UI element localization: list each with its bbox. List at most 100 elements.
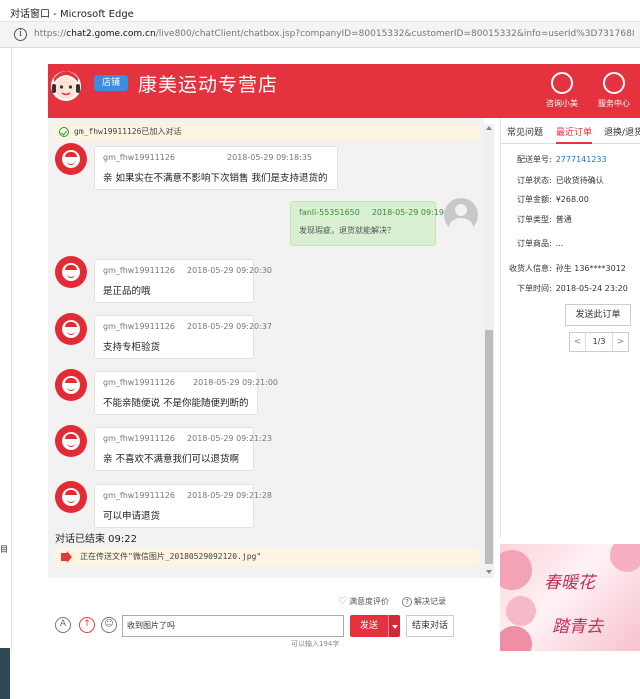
chat-message: gm_fhw19911126 2018-05-29 09:21:28 可以申请退货 [94, 484, 272, 528]
chat-message: gm_fhw19911126 2018-05-29 09:21:23 亲 不喜欢不… [94, 427, 272, 471]
chat-message: gm_fhw19911126 2018-05-29 09:20:37 支持专柜验货 [94, 315, 272, 359]
tab-returns[interactable]: 退换/退货 [604, 122, 640, 144]
order-panel: 常见问题 最近订单 退换/退货 配送单号: 2777141233 订单状态: 已收货… [500, 118, 640, 538]
prev-page-button[interactable]: < [570, 333, 586, 351]
order-delivery-number: 配送单号: 2777141233 [517, 155, 607, 164]
message-sender: gm_fhw19911126 [103, 378, 176, 387]
window-title: 对话窗口 - Microsoft Edge [10, 9, 134, 20]
chat-message: gm_fhw19911126 2018-05-29 09:21:00 不能亲随便说… [94, 371, 278, 415]
message-sender: gm_fhw19911126 [103, 434, 176, 443]
flower-decoration [610, 544, 640, 572]
scroll-down-icon[interactable] [486, 570, 492, 574]
site-info-icon[interactable]: i [14, 28, 27, 41]
delivery-number-link[interactable]: 2777141233 [556, 155, 607, 164]
agent-avatar [55, 143, 87, 175]
message-time: 2018-05-29 09:21:00 [193, 378, 278, 387]
message-text: 亲 如果实在不满意不影响下次销售 我们是支持退货的 [103, 173, 328, 184]
next-page-button[interactable]: > [612, 333, 628, 351]
consult-button[interactable]: 咨询小美 [542, 72, 582, 109]
panel-tabs: 常见问题 最近订单 退换/退货 [501, 122, 640, 144]
message-time: 2018-05-29 09:20:37 [187, 322, 272, 331]
order-goods: 订单商品:... [517, 239, 564, 248]
message-sender: gm_fhw19911126 [103, 322, 176, 331]
agent-avatar [55, 369, 87, 401]
send-button[interactable]: 发送 [350, 615, 388, 637]
message-sender: gm_fhw19911126 [103, 266, 176, 275]
char-counter: 可以输入194字 [291, 640, 340, 648]
shop-name[interactable]: 康美运动专营店 [138, 70, 278, 97]
emoji-icon[interactable]: ☺ [101, 617, 117, 633]
satisfaction-rating-link[interactable]: ♡ 满意度评价 [338, 596, 389, 607]
order-type: 订单类型: 普通 [517, 215, 572, 224]
message-text: 不能亲随便说 不是你能随便判断的 [103, 398, 249, 409]
headset-icon [551, 72, 573, 94]
service-center-label: 服务中心 [598, 99, 630, 108]
solved-record-link[interactable]: ? 解决记录 [402, 596, 446, 607]
shop-header: 店铺 康美运动专营店 咨询小美 服务中心 [48, 64, 640, 118]
order-status: 订单状态: 已收货待确认 [517, 176, 604, 185]
window-titlebar: 对话窗口 - Microsoft Edge [0, 0, 640, 22]
heart-icon [603, 72, 625, 94]
order-pager: < 1/3 > [569, 332, 629, 352]
mascot-avatar-icon [51, 71, 81, 101]
font-icon[interactable]: A [55, 617, 71, 633]
question-circle-icon: ? [402, 597, 412, 607]
user-avatar [444, 198, 478, 232]
order-amount: 订单金额: ¥268.00 [517, 195, 589, 204]
address-bar[interactable]: i https://chat2.gome.com.cn/live800/chat… [0, 22, 640, 48]
desktop-taskbar-fragment [0, 648, 10, 699]
message-sender: gm_fhw19911126 [103, 491, 176, 500]
banner-subline: 踏青去 [552, 617, 603, 637]
agent-avatar [55, 425, 87, 457]
message-sender: fanli-55351650 [299, 208, 360, 217]
message-time: 2018-05-29 09:21:28 [187, 491, 272, 500]
joined-notice: gm_fhw19911126已加入对话 [54, 123, 479, 141]
agent-avatar [55, 256, 87, 288]
conversation-ended: 对话已结束 09:22 [55, 534, 137, 545]
tab-recent-orders[interactable]: 最近订单 [556, 122, 593, 144]
promo-banner[interactable]: 春暖花 踏青去 [500, 544, 640, 651]
url-text[interactable]: https://chat2.gome.com.cn/live800/chatCl… [34, 29, 634, 39]
flower-decoration [506, 596, 536, 626]
consult-label: 咨询小美 [546, 99, 578, 108]
order-time: 下单时间: 2018-05-24 23:20 [517, 284, 628, 293]
message-text: 可以申请退货 [103, 511, 161, 522]
banner-headline: 春暖花 [544, 573, 595, 593]
flower-decoration [500, 550, 532, 590]
message-time: 2018-05-29 09:18:35 [227, 153, 312, 162]
agent-avatar [55, 481, 87, 513]
file-transfer-notice: 正在传送文件"微信图片_20180529092120.jpg" [54, 548, 479, 566]
scroll-thumb[interactable] [485, 330, 493, 564]
message-input[interactable]: 收到图片了吗 [122, 615, 344, 637]
desktop-left-strip: 目 [0, 48, 12, 699]
speaker-icon [61, 551, 72, 563]
input-area: ♡ 满意度评价 ? 解决记录 A ↑ ☺ 收到图片了吗 发送 结束对话 可以输入19… [48, 578, 494, 651]
message-text: 支持专柜验货 [103, 342, 161, 353]
send-order-button[interactable]: 发送此订单 [565, 304, 631, 326]
order-goods-value[interactable]: ... [556, 239, 564, 248]
service-center-button[interactable]: 服务中心 [594, 72, 634, 109]
message-sender: gm_fhw19911126 [103, 153, 176, 162]
flower-decoration [500, 626, 532, 651]
message-text: 是正品的哦 [103, 286, 151, 297]
upload-icon[interactable]: ↑ [79, 617, 95, 633]
shop-badge: 店铺 [94, 75, 128, 91]
chat-message: gm_fhw19911126 2018-05-29 09:20:30 是正品的哦 [94, 259, 272, 303]
chat-history[interactable]: gm_fhw19911126已加入对话 gm_fhw19911126 2018-0… [48, 118, 484, 578]
message-text: 发现瑕疵，退货就能解决？ [299, 226, 395, 235]
scroll-up-icon[interactable] [486, 126, 492, 130]
message-text: 亲 不喜欢不满意我们可以退货啊 [103, 454, 240, 465]
send-options-dropdown[interactable] [388, 615, 400, 637]
check-circle-icon [59, 127, 69, 137]
message-time: 2018-05-29 09:20:30 [187, 266, 272, 275]
order-receiver: 收货人信息: 孙生 136****3012 [509, 264, 626, 273]
tab-faq[interactable]: 常见问题 [507, 122, 543, 144]
chat-scrollbar[interactable] [484, 124, 494, 578]
chat-message-own: fanli-55351650 2018-05-29 09:19:48 发现瑕疵，退… [290, 201, 457, 246]
heart-outline-icon: ♡ [338, 596, 347, 607]
agent-avatar [55, 313, 87, 345]
end-conversation-button[interactable]: 结束对话 [406, 615, 454, 637]
message-time: 2018-05-29 09:21:23 [187, 434, 272, 443]
desktop-glyph: 目 [0, 545, 8, 554]
chat-message: gm_fhw19911126 2018-05-29 09:18:35 亲 如果实在… [94, 146, 338, 190]
